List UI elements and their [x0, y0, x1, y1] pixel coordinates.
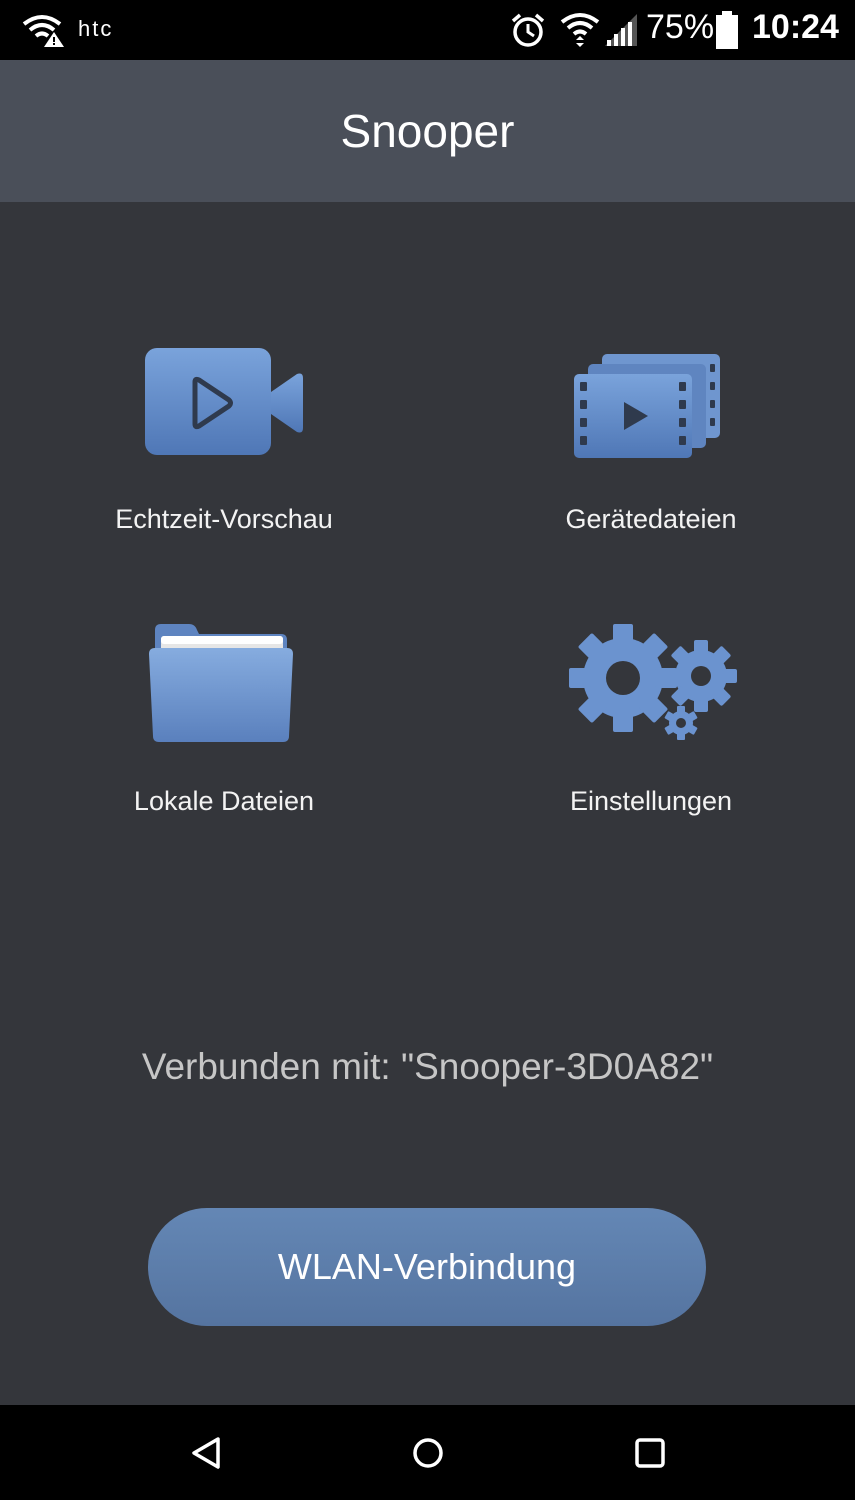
gears-icon	[569, 624, 737, 740]
recents-icon[interactable]	[630, 1433, 670, 1473]
status-bar: htc 75% 10:24	[0, 0, 855, 60]
wlan-connection-button[interactable]: WLAN-Verbindung	[148, 1208, 706, 1326]
settings-label: Einstellungen	[569, 786, 733, 816]
connection-status-text: Verbunden mit: "Snooper-3D0A82"	[141, 1046, 714, 1087]
alarm-icon	[511, 13, 545, 47]
video-camera-icon	[145, 348, 303, 455]
back-icon[interactable]	[186, 1433, 226, 1473]
wifi-icon	[560, 13, 600, 47]
app-bar: Snooper	[0, 60, 855, 202]
signal-icon	[605, 14, 637, 46]
carrier-label: htc	[78, 16, 114, 41]
settings-tile[interactable]: Einstellungen	[471, 620, 831, 820]
video-files-icon	[574, 354, 720, 458]
device-files-label: Gerätedateien	[565, 504, 737, 534]
local-files-tile[interactable]: Lokale Dateien	[44, 620, 404, 820]
folder-icon	[149, 624, 293, 742]
wifi-warning-icon	[22, 15, 64, 47]
device-files-tile[interactable]: Gerätedateien	[471, 340, 831, 540]
battery-percent: 75%	[646, 8, 715, 46]
wlan-button-label: WLAN-Verbindung	[277, 1246, 577, 1287]
home-icon[interactable]	[408, 1433, 448, 1473]
app-title: Snooper	[340, 105, 515, 157]
clock: 10:24	[752, 8, 839, 46]
live-preview-tile[interactable]: Echtzeit-Vorschau	[44, 340, 404, 540]
navigation-bar	[0, 1405, 855, 1500]
local-files-label: Lokale Dateien	[133, 786, 315, 816]
live-preview-label: Echtzeit-Vorschau	[115, 504, 333, 534]
battery-icon	[716, 11, 738, 49]
